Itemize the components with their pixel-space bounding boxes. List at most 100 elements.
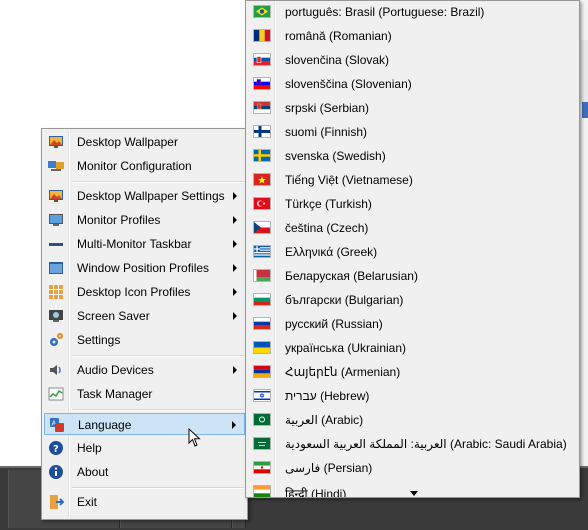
menu-item-monitor-profiles[interactable]: Monitor Profiles (44, 209, 245, 231)
language-label: slovenčina (Slovak) (285, 53, 390, 67)
language-icon: A (50, 418, 64, 432)
language-item-hebrew[interactable]: עברית (Hebrew) (248, 385, 577, 409)
menu-item-label: Desktop Wallpaper Settings (77, 189, 225, 203)
slovenia-flag-icon (254, 78, 270, 89)
serbia-flag-icon (254, 102, 270, 113)
sweden-flag-icon (254, 150, 270, 161)
menu-item-screen-saver[interactable]: Screen Saver (44, 305, 245, 327)
context-menu: Desktop Wallpaper Monitor Configuration … (41, 128, 248, 520)
menu-item-label: Audio Devices (77, 363, 154, 377)
menu-item-label: Task Manager (77, 387, 153, 401)
speaker-icon (50, 365, 61, 375)
menu-item-label: Monitor Profiles (77, 213, 161, 227)
language-item-swedish[interactable]: svenska (Swedish) (248, 145, 577, 169)
help-icon: ? (49, 441, 63, 455)
language-label: Հայերէն (Armenian) (285, 365, 401, 379)
india-flag-icon (254, 486, 270, 497)
ukraine-flag-icon (254, 342, 270, 353)
language-item-russian[interactable]: русский (Russian) (248, 313, 577, 337)
czech-flag-icon (254, 222, 270, 233)
language-item-vietnamese[interactable]: Tiếng Việt (Vietnamese) (248, 169, 577, 193)
submenu-arrow-icon (233, 192, 237, 200)
language-label: فارسی (Persian) (285, 461, 373, 475)
submenu-arrow-icon (233, 366, 237, 374)
romania-flag-icon (254, 30, 270, 41)
menu-item-help[interactable]: ? Help (44, 437, 245, 459)
menu-item-label: Desktop Icon Profiles (77, 285, 191, 299)
language-item-arabic[interactable]: العربية (Arabic) (248, 409, 577, 433)
window-icon (49, 262, 63, 274)
menu-item-label: Exit (77, 495, 98, 509)
language-item-romanian[interactable]: română (Romanian) (248, 25, 577, 49)
submenu-arrow-icon (233, 264, 237, 272)
menu-item-desktop-wallpaper-settings[interactable]: Desktop Wallpaper Settings (44, 185, 245, 207)
language-label: Ελληνικά (Greek) (285, 245, 378, 259)
grid-icon (49, 285, 63, 299)
language-item-portuguese-brazil[interactable]: português: Brasil (Portuguese: Brazil) (248, 1, 577, 25)
menu-separator (72, 487, 244, 489)
exit-icon (50, 495, 64, 509)
menu-item-monitor-configuration[interactable]: Monitor Configuration (44, 155, 245, 177)
brazil-flag-icon (254, 6, 270, 17)
turkey-flag-icon (254, 198, 270, 209)
menu-item-label: Desktop Wallpaper (77, 135, 178, 149)
info-icon (49, 465, 63, 479)
language-item-czech[interactable]: čeština (Czech) (248, 217, 577, 241)
menu-item-desktop-icon-profiles[interactable]: Desktop Icon Profiles (44, 281, 245, 303)
language-label: português: Brasil (Portuguese: Brazil) (285, 5, 485, 19)
language-item-slovak[interactable]: slovenčina (Slovak) (248, 49, 577, 73)
menu-item-label: About (77, 465, 109, 479)
language-item-greek[interactable]: Ελληνικά (Greek) (248, 241, 577, 265)
belarus-flag-icon (254, 270, 270, 281)
language-item-finnish[interactable]: suomi (Finnish) (248, 121, 577, 145)
language-label: Türkçe (Turkish) (285, 197, 372, 211)
saudi-flag-icon (254, 414, 270, 425)
language-item-belarusian[interactable]: Беларуская (Belarusian) (248, 265, 577, 289)
menu-item-about[interactable]: About (44, 461, 245, 483)
menu-separator (72, 181, 244, 183)
language-item-serbian[interactable]: srpski (Serbian) (248, 97, 577, 121)
menu-item-audio-devices[interactable]: Audio Devices (44, 359, 245, 381)
screensaver-icon (49, 310, 63, 322)
menu-item-task-manager[interactable]: Task Manager (44, 383, 245, 405)
menu-item-exit[interactable]: Exit (44, 491, 245, 513)
language-label: Беларуская (Belarusian) (285, 269, 418, 283)
menu-item-language[interactable]: A Language (44, 413, 245, 435)
menu-item-window-position-profiles[interactable]: Window Position Profiles (44, 257, 245, 279)
language-item-ukrainian[interactable]: українська (Ukrainian) (248, 337, 577, 361)
slovakia-flag-icon (254, 54, 270, 65)
wallpaper-settings-icon (49, 190, 63, 202)
language-label: suomi (Finnish) (285, 125, 368, 139)
armenia-flag-icon (254, 366, 270, 377)
language-item-persian[interactable]: فارسی (Persian) (248, 457, 577, 481)
menu-item-label: Settings (77, 333, 121, 347)
language-item-armenian[interactable]: Հայերէն (Armenian) (248, 361, 577, 385)
language-label: български (Bulgarian) (285, 293, 404, 307)
menu-item-multi-monitor-taskbar[interactable]: Multi-Monitor Taskbar (44, 233, 245, 255)
russia-flag-icon (254, 318, 270, 329)
menu-item-label: Monitor Configuration (77, 159, 192, 173)
mouse-cursor-icon (188, 428, 201, 447)
chart-icon (48, 387, 64, 401)
submenu-arrow-icon (233, 288, 237, 296)
menu-item-label: Language (78, 418, 132, 432)
svg-text:?: ? (53, 444, 59, 455)
language-item-arabic-saudi-arabia[interactable]: العربية: المملكة العربية السعودية (Arabi… (248, 433, 577, 457)
menu-item-settings[interactable]: Settings (44, 329, 245, 351)
finland-flag-icon (254, 126, 270, 137)
israel-flag-icon (254, 390, 270, 401)
menu-item-label: Screen Saver (77, 309, 150, 323)
menu-separator (72, 355, 244, 357)
language-label: हिन्दी (Hindi) (285, 487, 347, 498)
language-label: svenska (Swedish) (285, 149, 386, 163)
scroll-down-arrow-icon[interactable] (410, 491, 418, 496)
language-label: עברית (Hebrew) (285, 389, 370, 403)
language-label: русский (Russian) (285, 317, 383, 331)
language-label: slovenščina (Slovenian) (285, 77, 412, 91)
monitor-config-icon (48, 161, 64, 171)
language-item-bulgarian[interactable]: български (Bulgarian) (248, 289, 577, 313)
menu-item-desktop-wallpaper[interactable]: Desktop Wallpaper (44, 131, 245, 153)
language-item-slovenian[interactable]: slovenščina (Slovenian) (248, 73, 577, 97)
language-item-turkish[interactable]: Türkçe (Turkish) (248, 193, 577, 217)
background-window-accent (582, 102, 588, 118)
